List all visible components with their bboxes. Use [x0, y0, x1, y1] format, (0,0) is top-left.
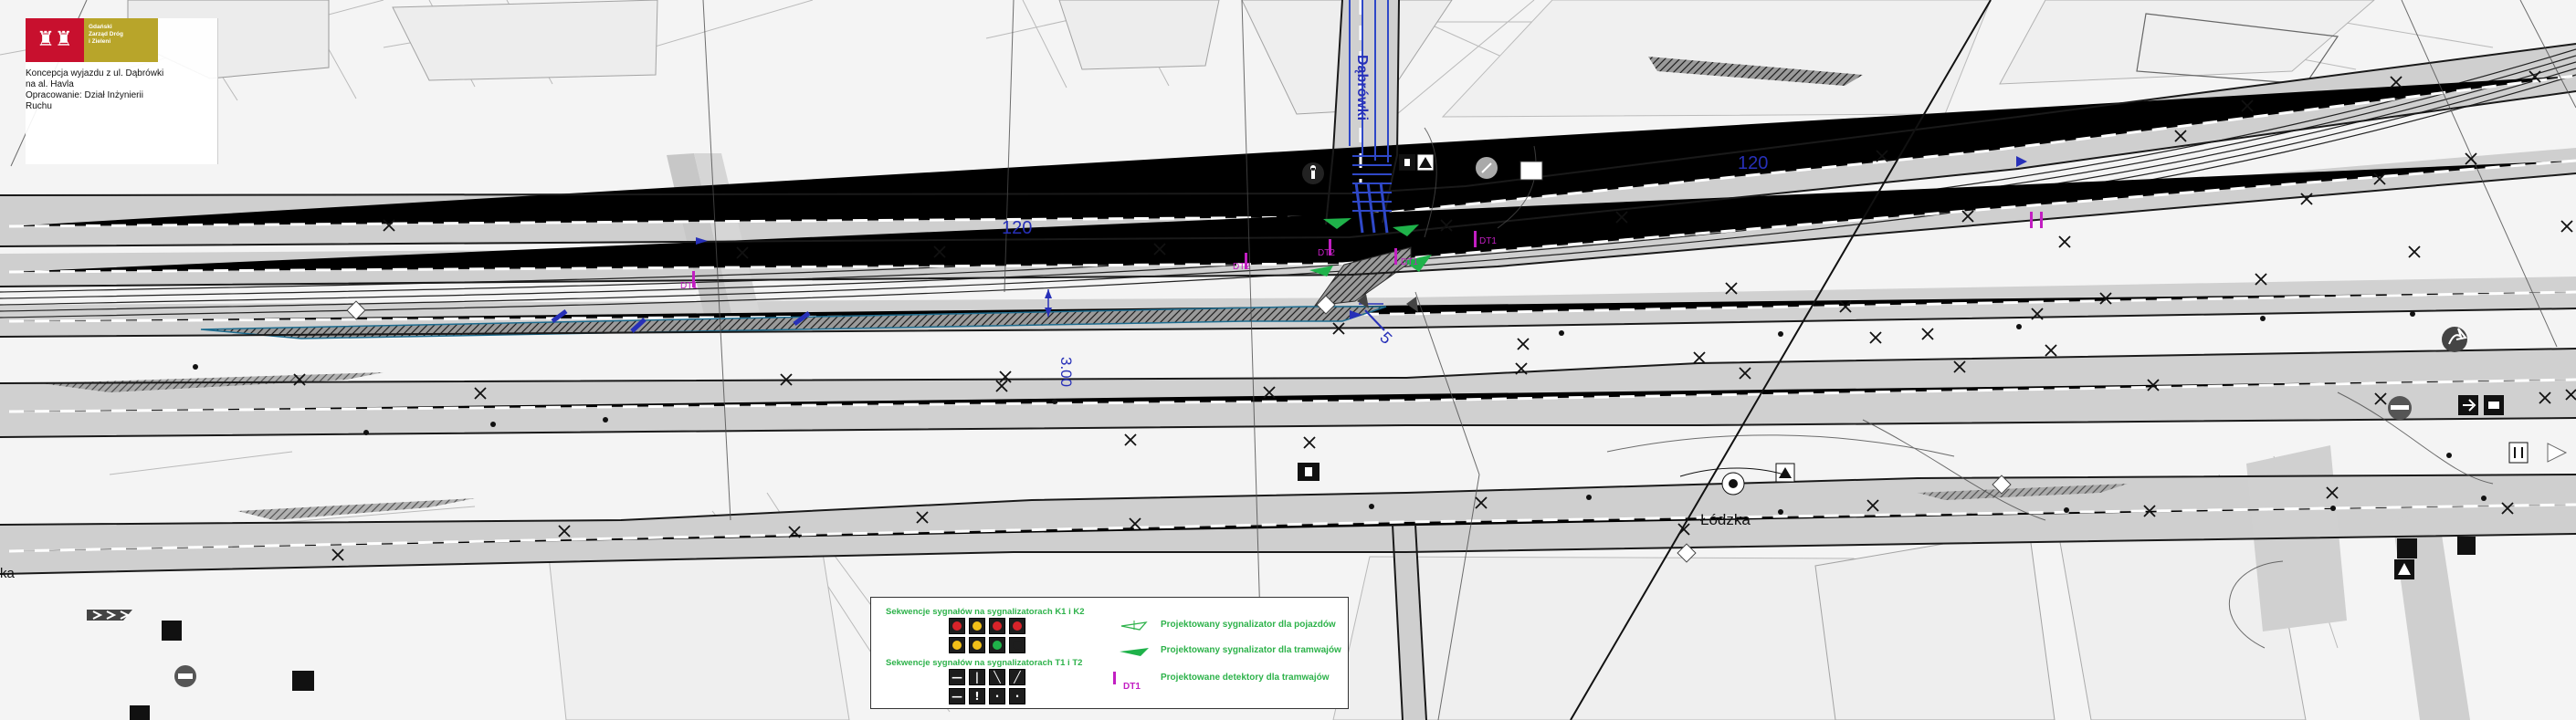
- signal-green-icon: [989, 618, 1005, 634]
- logo-line: Zarząd Dróg: [89, 31, 123, 37]
- signal-green-icon: [989, 637, 1005, 653]
- t-signal-sequence: — | ╲ ╱: [949, 669, 1025, 685]
- tram-right-signal-icon: ╱: [1009, 669, 1025, 685]
- tram-go-signal-icon: !: [969, 688, 985, 704]
- project-line: Opracowanie: Dział Inżynierii: [26, 90, 143, 100]
- detector-label: DT1: [1401, 257, 1418, 267]
- t-signal-sequence-lower: — ! · ·: [949, 688, 1025, 704]
- detector-label: DT2: [1233, 262, 1250, 272]
- crossing-sign-icon: [162, 621, 182, 641]
- signal-blank-icon: [1009, 637, 1025, 653]
- signal-yellow-icon: [969, 637, 985, 653]
- tram-stop-signal-icon: —: [949, 688, 965, 704]
- turn-arrow-sign-icon: [2442, 327, 2467, 352]
- plan-view: 120 120 3.00 5 Dąbrówki Łódzka ka DT1 DT…: [0, 0, 2576, 720]
- detector-label: DT1: [680, 281, 698, 291]
- header-panel: ♜♜ Gdański Zarząd Dróg i Zieleni Koncepc…: [26, 18, 218, 164]
- street-label-lodzka: Łódzka: [1700, 511, 1751, 528]
- tram-stop-sign-icon: [2457, 537, 2476, 555]
- street-label-left-edge: ka: [0, 566, 16, 581]
- detector-label: DT2: [1318, 248, 1335, 258]
- signal-yellow-icon: [1009, 618, 1025, 634]
- parking-sign-icon: [292, 671, 314, 691]
- lane-arrows-sign-icon: [2508, 442, 2529, 464]
- project-description: Koncepcja wyjazdu z ul. Dąbrówki na al. …: [26, 68, 204, 112]
- dimension-120-middle: 120: [1002, 218, 1032, 238]
- detector-marker: [2040, 212, 2043, 228]
- project-line: Koncepcja wyjazdu z ul. Dąbrówki: [26, 68, 164, 78]
- signal-legend: Sekwencje sygnałów na sygnalizatorach K1…: [870, 597, 1349, 709]
- detector-code: DT1: [1123, 682, 1141, 692]
- detector-label: DT1: [1479, 236, 1497, 246]
- detector-marker: [1394, 248, 1397, 265]
- vehicle-signal-legend-icon: [1120, 621, 1148, 631]
- dimension-300: 3.00: [1057, 357, 1075, 387]
- logo-line: i Zieleni: [89, 38, 111, 45]
- city-crest-icon: ♜♜: [26, 18, 84, 62]
- legend-label-vehicle-signal: Projektowany sygnalizator dla pojazdów: [1161, 620, 1336, 630]
- tram-left-signal-icon: ·: [989, 688, 1005, 704]
- project-line: na al. Havla: [26, 79, 74, 89]
- tram-stop-signal-icon: —: [949, 669, 965, 685]
- bus-stop-sign-icon: [2397, 538, 2417, 558]
- detector-marker: [1474, 231, 1477, 247]
- tram-signal-legend-icon: [1120, 648, 1149, 656]
- street-label-dabrowki: Dąbrówki: [1354, 55, 1370, 120]
- k-signal-sequence: [949, 618, 1025, 634]
- logo-line: Gdański: [89, 24, 112, 30]
- legend-heading-t: Sekwencje sygnałów na sygnalizatorach T1…: [886, 658, 1083, 668]
- signal-red-icon: [949, 618, 965, 634]
- tram-right-signal-icon: ·: [1009, 688, 1025, 704]
- small-sign-icon: [130, 705, 150, 720]
- project-line: Ruchu: [26, 101, 52, 111]
- signal-red-yellow-icon: [969, 618, 985, 634]
- dimension-120-top: 120: [1738, 153, 1768, 173]
- logo-text: Gdański Zarząd Dróg i Zieleni: [84, 18, 158, 62]
- authority-logo: ♜♜ Gdański Zarząd Dróg i Zieleni: [26, 18, 158, 62]
- legend-heading-k: Sekwencje sygnałów na sygnalizatorach K1…: [886, 607, 1085, 617]
- k-signal-sequence-lower: [949, 637, 1025, 653]
- tram-go-signal-icon: |: [969, 669, 985, 685]
- detector-marker: [2030, 212, 2033, 228]
- detector-legend-icon: [1113, 672, 1116, 684]
- bus-sign-icon: [1519, 161, 1543, 181]
- tram-left-signal-icon: ╲: [989, 669, 1005, 685]
- legend-label-tram-signal: Projektowany sygnalizator dla tramwajów: [1161, 645, 1341, 655]
- legend-label-detector: Projektowane detektory dla tramwajów: [1161, 673, 1330, 683]
- signal-red-icon: [949, 637, 965, 653]
